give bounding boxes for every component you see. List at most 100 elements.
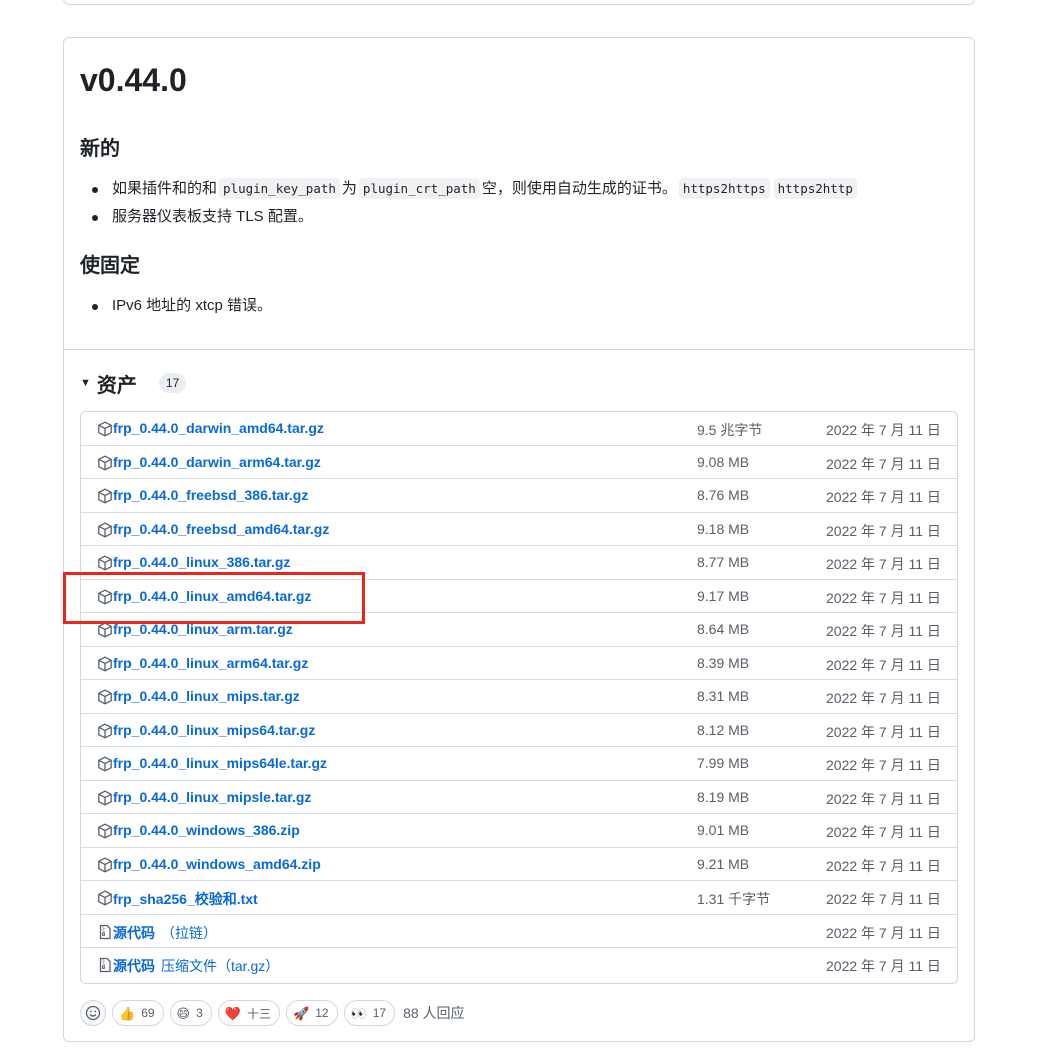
package-icon <box>97 656 113 672</box>
asset-download-link[interactable]: frp_0.44.0_freebsd_386.tar.gz <box>113 487 308 503</box>
asset-name: frp_0.44.0_freebsd_amd64.tar.gz <box>113 520 330 537</box>
release-card: v0.44.0 新的 如果插件和的和 plugin_key_path 为 plugin… <box>63 37 975 1042</box>
reaction-count: 十三 <box>246 1006 271 1021</box>
asset-download-link[interactable]: frp_0.44.0_windows_amd64.zip <box>113 856 321 872</box>
laugh-emoji-icon: 😄 <box>176 1005 191 1021</box>
asset-name: frp_0.44.0_darwin_amd64.tar.gz <box>113 420 324 436</box>
package-icon <box>97 756 113 772</box>
asset-download-link[interactable]: frp_0.44.0_windows_386.zip <box>113 822 300 838</box>
package-icon <box>97 790 113 806</box>
asset-date: 2022 年 7 月 11 日 <box>826 757 941 773</box>
asset-row: frp_sha256_校验和.txt 1.31 千字节 2022 年 7 月 11 … <box>81 881 957 915</box>
asset-download-link[interactable]: frp_0.44.0_darwin_arm64.tar.gz <box>113 454 321 470</box>
package-icon <box>97 823 113 839</box>
asset-row: frp_0.44.0_windows_386.zip 9.01 MB 2022 年 … <box>81 814 957 848</box>
asset-name: 源代码 <box>113 958 155 974</box>
asset-size: 8.12 MB <box>697 721 750 738</box>
asset-date: 2022 年 7 月 11 日 <box>826 723 941 740</box>
asset-date: 2022 年 7 月 11 日 <box>826 623 941 639</box>
file-zip-icon <box>97 924 113 940</box>
asset-name: frp_0.44.0_freebsd_386.tar.gz <box>113 487 309 503</box>
add-reaction-button[interactable] <box>80 1000 106 1026</box>
asset-download-link[interactable]: frp_0.44.0_linux_arm.tar.gz <box>113 621 293 637</box>
asset-download-link[interactable]: frp_sha256_校验和.txt <box>113 889 258 909</box>
asset-date: 2022 年 7 月 11 日 <box>826 422 941 438</box>
asset-row: frp_0.44.0_linux_mipsle.tar.gz 8.19 MB 202… <box>81 781 957 814</box>
asset-row: frp_0.44.0_linux_386.tar.gz 8.77 MB 2022 年… <box>81 546 957 580</box>
asset-size: 9.08 MB <box>697 453 750 470</box>
asset-download-link[interactable]: frp_0.44.0_linux_amd64.tar.gz <box>113 588 311 604</box>
asset-download-link[interactable]: frp_0.44.0_darwin_amd64.tar.gz <box>113 420 324 436</box>
asset-size: 9.17 MB <box>697 587 750 604</box>
reaction-count: 3 <box>196 1006 203 1020</box>
laugh-reaction-button[interactable]: 😄 3 <box>169 1000 212 1026</box>
reactions-summary: 88 人回应 <box>403 1005 465 1021</box>
file-zip-icon <box>97 957 113 973</box>
asset-row: frp_0.44.0_freebsd_386.tar.gz 8.76 MB 2022… <box>81 479 957 513</box>
asset-row: 源代码 压缩文件（tar.gz） 2022 年 7 月 11 日 <box>81 948 957 982</box>
asset-download-link[interactable]: frp_0.44.0_linux_386.tar.gz <box>113 554 290 570</box>
inline-code: plugin_crt_path <box>358 178 480 199</box>
asset-date: 2022 年 7 月 11 日 <box>826 790 941 807</box>
asset-row: 源代码 （拉链） 2022 年 7 月 11 日 <box>81 915 957 948</box>
asset-download-link[interactable]: frp_0.44.0_freebsd_amd64.tar.gz <box>113 521 329 537</box>
smiley-icon <box>85 1005 101 1021</box>
section-divider <box>64 349 974 350</box>
rocket-reaction-button[interactable]: 🚀 12 <box>286 1000 338 1026</box>
asset-name: frp_0.44.0_linux_386.tar.gz <box>113 554 291 570</box>
asset-name: frp_0.44.0_linux_mipsle.tar.gz <box>113 788 312 805</box>
package-icon <box>97 857 113 873</box>
asset-download-link[interactable]: 源代码 压缩文件（tar.gz） <box>113 956 279 976</box>
reactions-bar: 👍 69 😄 3 ❤️ 十三 🚀 12 👀 17 88 人回应 <box>80 998 465 1028</box>
asset-download-link[interactable]: frp_0.44.0_linux_mips64.tar.gz <box>113 722 315 738</box>
fixes-heading: 使固定 <box>80 255 140 277</box>
heart-reaction-button[interactable]: ❤️ 十三 <box>217 1000 280 1026</box>
asset-row: frp_0.44.0_linux_mips.tar.gz 8.31 MB 2022 … <box>81 680 957 714</box>
asset-download-link[interactable]: frp_0.44.0_linux_mipsle.tar.gz <box>113 789 311 805</box>
asset-name: frp_0.44.0_linux_arm.tar.gz <box>113 621 293 637</box>
asset-size: 7.99 MB <box>697 755 750 771</box>
new-features-list: 如果插件和的和 plugin_key_path 为 plugin_crt_path 空，… <box>80 175 859 231</box>
asset-name: frp_0.44.0_linux_mips.tar.gz <box>113 688 300 704</box>
assets-toggle[interactable]: ▼ 资产 17 <box>80 370 187 397</box>
asset-row: frp_0.44.0_linux_amd64.tar.gz 9.17 MB 2022… <box>81 580 957 613</box>
asset-size: 8.77 MB <box>697 554 750 570</box>
thumbs-up-reaction-button[interactable]: 👍 69 <box>112 1000 164 1026</box>
asset-download-link[interactable]: frp_0.44.0_linux_mips64le.tar.gz <box>113 755 327 771</box>
asset-name: 源代码 <box>113 924 155 941</box>
assets-list: frp_0.44.0_darwin_amd64.tar.gz 9.5 兆字节 202… <box>80 411 958 984</box>
asset-download-link[interactable]: frp_0.44.0_linux_mips.tar.gz <box>113 688 300 704</box>
asset-size: 8.76 MB <box>697 487 750 503</box>
asset-size: 9.01 MB <box>697 822 750 838</box>
package-icon <box>97 488 113 504</box>
asset-row: frp_0.44.0_darwin_amd64.tar.gz 9.5 兆字节 202… <box>81 412 957 446</box>
release-version-title[interactable]: v0.44.0 <box>80 60 187 100</box>
assets-count-badge: 17 <box>158 373 187 393</box>
assets-title: 资产 <box>96 374 137 397</box>
asset-date: 2022 年 7 月 11 日 <box>826 522 941 539</box>
asset-size: 9.5 兆字节 <box>697 422 763 438</box>
asset-download-link[interactable]: 源代码 （拉链） <box>113 923 217 943</box>
asset-row: frp_0.44.0_linux_mips64.tar.gz 8.12 MB 202… <box>81 714 957 747</box>
reaction-count: 17 <box>372 1006 387 1020</box>
asset-size: 1.31 千字节 <box>697 891 771 907</box>
asset-row: frp_0.44.0_linux_arm64.tar.gz 8.39 MB 2022… <box>81 647 957 680</box>
package-icon <box>97 890 113 906</box>
package-icon <box>97 723 113 739</box>
rocket-emoji-icon: 🚀 <box>293 1005 310 1021</box>
asset-name: frp_0.44.0_linux_mips64le.tar.gz <box>113 755 327 771</box>
asset-name: frp_0.44.0_linux_amd64.tar.gz <box>113 587 312 604</box>
thumbs-up-emoji-icon: 👍 <box>119 1005 136 1021</box>
asset-size: 8.39 MB <box>697 654 750 671</box>
asset-row: frp_0.44.0_darwin_arm64.tar.gz 9.08 MB 202… <box>81 446 957 479</box>
asset-name: frp_0.44.0_windows_386.zip <box>113 822 300 838</box>
asset-size: 9.18 MB <box>697 520 750 537</box>
reaction-count: 69 <box>141 1006 155 1020</box>
asset-format-label: （拉链） <box>161 924 217 941</box>
asset-date: 2022 年 7 月 11 日 <box>826 556 941 572</box>
new-features-heading: 新的 <box>80 138 120 160</box>
inline-code: https2https <box>678 178 770 199</box>
asset-size: 8.19 MB <box>697 788 750 805</box>
asset-download-link[interactable]: frp_0.44.0_linux_arm64.tar.gz <box>113 655 308 671</box>
eyes-reaction-button[interactable]: 👀 17 <box>343 1000 396 1026</box>
